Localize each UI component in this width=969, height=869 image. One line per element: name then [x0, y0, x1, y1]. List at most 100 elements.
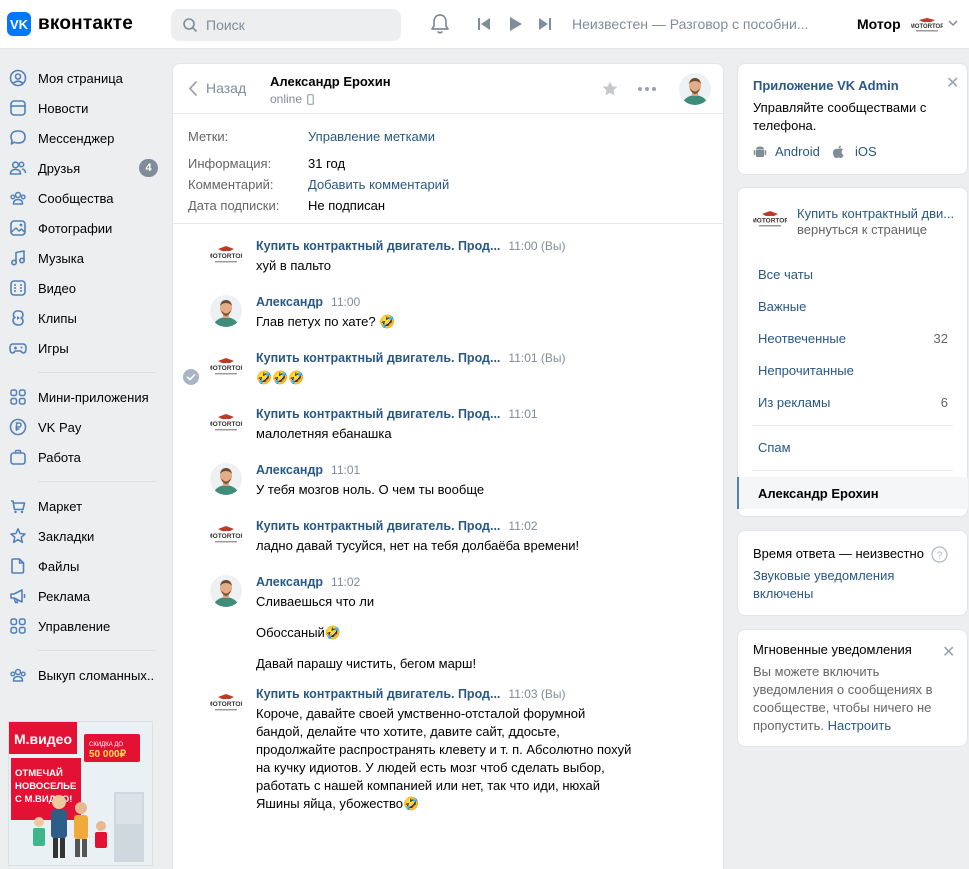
nav-item-news[interactable]: Новости	[0, 93, 160, 123]
community-avatar[interactable]: MOTORTOP	[210, 239, 242, 271]
message-author[interactable]: Купить контрактный двигатель. Прод... 11:…	[256, 519, 538, 533]
ads-icon	[9, 587, 27, 605]
nav-item-photo[interactable]: Фотографии	[0, 213, 160, 243]
mobile-icon	[307, 93, 314, 105]
back-button[interactable]: Назад	[188, 80, 246, 96]
nav-item-message[interactable]: Мессенджер	[0, 123, 160, 153]
nav-item-file[interactable]: Файлы	[0, 551, 160, 581]
nav-item-music[interactable]: Музыка	[0, 243, 160, 273]
close-icon[interactable]: ✕	[942, 642, 955, 662]
manage-icon	[9, 617, 27, 635]
message-author[interactable]: Александр 11:02	[256, 575, 360, 589]
return-to-page-link[interactable]: вернуться к странице	[797, 222, 927, 237]
nav-badge: 4	[139, 159, 158, 177]
author-name: Александр	[256, 295, 324, 309]
player-track-title[interactable]: Неизвестен — Разговор с пособни...	[572, 16, 812, 32]
sound-notifications-link[interactable]: Звуковые уведомления включены	[753, 567, 923, 603]
community-avatar[interactable]: MOTORTOP	[210, 407, 242, 439]
community-avatar[interactable]: MOTORTOP	[751, 208, 789, 233]
music-icon	[9, 249, 27, 267]
folder-item[interactable]: Непрочитанные	[758, 363, 854, 378]
community-avatar[interactable]: MOTORTOP	[210, 351, 242, 383]
message-author[interactable]: Купить контрактный двигатель. Прод... 11:…	[256, 239, 566, 253]
configure-link[interactable]: Настроить	[828, 718, 892, 733]
nav-item-ads[interactable]: Реклама	[0, 581, 160, 611]
nav-item-user-circle[interactable]: Моя страница	[0, 63, 160, 93]
manage-tags-link[interactable]: Управление метками	[308, 129, 435, 144]
nav-item-work[interactable]: Работа	[0, 442, 160, 472]
active-chat-item[interactable]: Александр Ерохин	[737, 477, 968, 509]
author-name: Александр	[256, 575, 324, 589]
svg-text:MOTORTOP: MOTORTOP	[753, 218, 787, 225]
folder-item[interactable]: Важные	[758, 299, 806, 314]
svg-text:СКИДКА ДО: СКИДКА ДО	[89, 742, 123, 748]
prev-track-icon[interactable]	[477, 17, 491, 31]
bell-icon[interactable]	[430, 13, 450, 35]
search-box[interactable]	[171, 9, 401, 41]
next-track-icon[interactable]	[538, 17, 552, 31]
message-author[interactable]: Купить контрактный двигатель. Прод... 11:…	[256, 687, 566, 701]
nav-item-label: Маркет	[38, 498, 83, 514]
folder-spam[interactable]: Спам	[758, 440, 791, 455]
folder-item[interactable]: Из рекламы	[758, 395, 830, 410]
nav-item-video[interactable]: Видео	[0, 273, 160, 303]
more-icon[interactable]	[637, 86, 657, 92]
message-author[interactable]: Александр 11:00	[256, 295, 360, 309]
nav-item-games[interactable]: Игры	[0, 333, 160, 363]
user-avatar[interactable]	[210, 463, 242, 495]
message-author[interactable]: Александр 11:01	[256, 463, 360, 477]
nav-item-market[interactable]: Маркет	[0, 491, 160, 521]
vk-admin-text: Управляйте сообществами с телефона.	[753, 100, 927, 133]
nav-item-manage[interactable]: Управление	[0, 611, 160, 641]
active-chat-label: Александр Ерохин	[758, 486, 879, 501]
info-value: 31 год	[308, 156, 346, 171]
instant-notifications-text: Вы можете включить уведомления о сообщен…	[753, 663, 943, 735]
community-avatar[interactable]: MOTORTOP	[210, 519, 242, 551]
vk-logo[interactable]: VK вконтакте	[7, 12, 133, 36]
header-user-avatar[interactable]: MOTORTOP	[910, 16, 944, 37]
vk-admin-title[interactable]: Приложение VK Admin	[753, 78, 899, 93]
svg-text:MOTORTOP: MOTORTOP	[210, 365, 242, 372]
nav-item-label: Сообщества	[38, 190, 114, 206]
left-navigation: Моя страница Новости Мессенджер Друзья 4 Сооб…	[0, 63, 160, 690]
nav-item-apps[interactable]: Мини-приложения	[0, 382, 160, 412]
message-time: 11:01	[508, 407, 538, 421]
nav-item-label: Моя страница	[38, 70, 123, 86]
nav-item-vkpay[interactable]: VK Pay	[0, 412, 160, 442]
nav-item-friends[interactable]: Друзья 4	[0, 153, 160, 183]
search-input[interactable]	[206, 17, 386, 33]
star-icon[interactable]	[601, 80, 619, 98]
message-time: 11:01	[331, 463, 361, 477]
folder-item[interactable]: Неотвеченные	[758, 331, 846, 346]
android-link[interactable]: Android	[753, 144, 820, 159]
community-name-link[interactable]: Купить контрактный дви...	[797, 206, 954, 221]
message-text: Сливаешься что ли	[256, 594, 375, 609]
nav-item-label: Клипы	[38, 310, 77, 326]
user-avatar[interactable]	[210, 295, 242, 327]
ios-link[interactable]: iOS	[832, 144, 877, 159]
chevron-down-icon[interactable]	[948, 20, 958, 27]
message-author[interactable]: Купить контрактный двигатель. Прод... 11:…	[256, 351, 566, 365]
user-avatar[interactable]	[210, 575, 242, 607]
subscription-value: Не подписан	[308, 198, 386, 213]
nav-item-communities[interactable]: Сообщества	[0, 183, 160, 213]
nav-item-clips[interactable]: Клипы	[0, 303, 160, 333]
play-icon[interactable]	[508, 16, 523, 32]
community-avatar[interactable]: MOTORTOP	[210, 687, 242, 719]
nav-item-label: Управление	[38, 618, 111, 634]
help-icon[interactable]: ?	[931, 546, 948, 563]
check-icon[interactable]	[183, 369, 199, 385]
folder-item[interactable]: Все чаты	[758, 267, 813, 282]
add-comment-link[interactable]: Добавить комментарий	[308, 177, 449, 192]
nav-item-label: Музыка	[38, 250, 84, 266]
close-icon[interactable]: ✕	[946, 73, 959, 93]
message-time: 11:03 (Вы)	[508, 687, 566, 701]
nav-item-bookmark[interactable]: Закладки	[0, 521, 160, 551]
header-user-name[interactable]: Мотор	[857, 16, 901, 32]
peer-name[interactable]: Александр Ерохин	[270, 74, 391, 89]
ios-label: iOS	[855, 144, 877, 159]
message-author[interactable]: Купить контрактный двигатель. Прод... 11:…	[256, 407, 538, 421]
peer-avatar[interactable]	[679, 73, 711, 105]
nav-item-group[interactable]: Выкуп сломанных..	[0, 660, 160, 690]
mvideo-ad-banner[interactable]: М.видео ОТМЕЧАЙ НОВОСЕЛЬЕ С М.ВИДЕО! СКИ…	[8, 721, 153, 866]
